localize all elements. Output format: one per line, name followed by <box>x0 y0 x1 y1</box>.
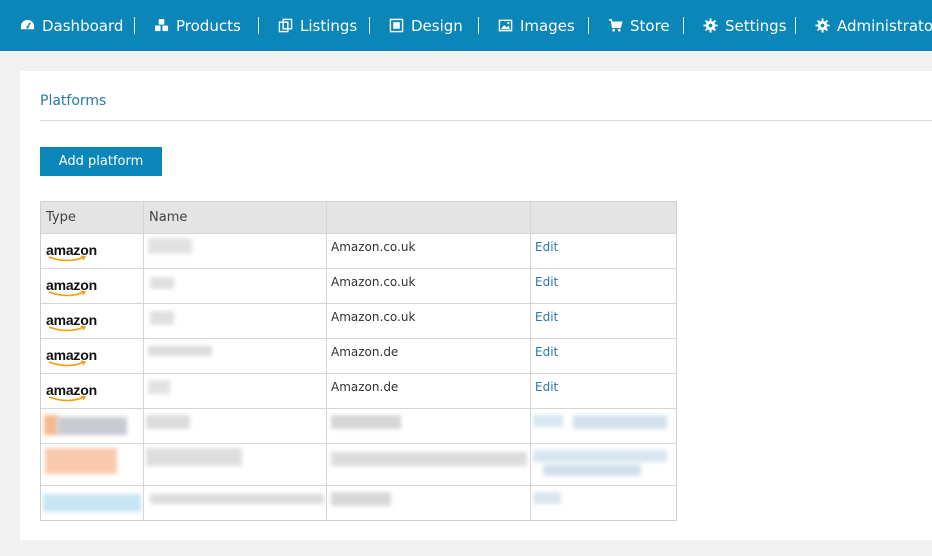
table-row: amazon Amazon.de Edit <box>41 338 676 373</box>
amazon-logo: amazon <box>46 382 104 402</box>
nav-divider <box>795 17 796 34</box>
platform-name-cell <box>143 269 326 303</box>
nav-divider <box>478 17 479 34</box>
redacted-name <box>148 238 192 254</box>
redacted-name <box>150 494 324 504</box>
redacted-marketplace <box>331 415 401 429</box>
products-icon <box>154 18 169 33</box>
nav-label: Settings <box>725 16 787 35</box>
platform-name-cell <box>143 339 326 373</box>
redacted-name <box>150 277 174 289</box>
page-title: Platforms <box>40 93 107 109</box>
nav-item-dashboard[interactable]: Dashboard <box>20 0 123 51</box>
nav-label: Images <box>520 16 575 35</box>
redacted-link <box>533 492 561 504</box>
nav-label: Dashboard <box>42 16 124 35</box>
table-row-redacted <box>41 408 676 443</box>
redacted-name <box>148 346 212 356</box>
platform-name-cell <box>143 374 326 408</box>
nav-item-products[interactable]: Products <box>154 0 241 51</box>
dashboard-icon <box>20 18 35 33</box>
amazon-logo: amazon <box>46 347 104 367</box>
gear-icon <box>703 18 718 33</box>
marketplace-label: Amazon.de <box>331 380 399 394</box>
redacted-name <box>146 448 242 466</box>
nav-divider <box>683 17 684 34</box>
redacted-logo <box>44 415 58 435</box>
title-divider <box>40 120 932 121</box>
redacted-link <box>543 464 641 476</box>
edit-link[interactable]: Edit <box>535 310 558 324</box>
redacted-logo <box>57 417 127 435</box>
platforms-table: Type Name amazon Amazon.co.uk Edit amazo… <box>40 201 677 521</box>
platforms-panel: Platforms Add platform Type Name amazon … <box>20 71 932 540</box>
column-header-actions <box>530 202 676 233</box>
table-header: Type Name <box>41 202 676 233</box>
nav-item-images[interactable]: Images <box>498 0 575 51</box>
table-row: amazon Amazon.co.uk Edit <box>41 268 676 303</box>
redacted-link <box>533 450 667 462</box>
redacted-name <box>150 311 174 325</box>
table-row: amazon Amazon.co.uk Edit <box>41 233 676 268</box>
amazon-logo: amazon <box>46 242 104 262</box>
amazon-logo: amazon <box>46 277 104 297</box>
nav-item-design[interactable]: Design <box>389 0 463 51</box>
edit-link[interactable]: Edit <box>535 240 558 254</box>
nav-item-settings[interactable]: Settings <box>703 0 787 51</box>
table-row: amazon Amazon.de Edit <box>41 373 676 408</box>
edit-link[interactable]: Edit <box>535 275 558 289</box>
redacted-name <box>148 380 170 394</box>
marketplace-label: Amazon.co.uk <box>331 275 416 289</box>
redacted-link <box>573 415 667 429</box>
images-icon <box>498 18 513 33</box>
listings-icon <box>278 18 293 33</box>
redacted-logo <box>43 494 141 512</box>
amazon-logo: amazon <box>46 312 104 332</box>
redacted-logo <box>45 448 117 474</box>
nav-divider <box>134 17 135 34</box>
nav-label: Listings <box>300 16 358 35</box>
nav-item-store[interactable]: Store <box>608 0 670 51</box>
column-header-type: Type <box>46 210 76 225</box>
marketplace-label: Amazon.co.uk <box>331 310 416 324</box>
nav-divider <box>369 17 370 34</box>
marketplace-label: Amazon.de <box>331 345 399 359</box>
column-header-marketplace <box>326 202 530 233</box>
column-header-name: Name <box>143 202 326 233</box>
platform-name-cell <box>143 234 326 268</box>
edit-link[interactable]: Edit <box>535 345 558 359</box>
cart-icon <box>608 18 623 33</box>
nav-label: Store <box>630 16 670 35</box>
design-icon <box>389 18 404 33</box>
table-row: amazon Amazon.co.uk Edit <box>41 303 676 338</box>
nav-item-listings[interactable]: Listings <box>278 0 357 51</box>
marketplace-label: Amazon.co.uk <box>331 240 416 254</box>
nav-divider <box>258 17 259 34</box>
redacted-name <box>146 415 190 429</box>
redacted-marketplace <box>331 492 391 506</box>
gear-icon <box>815 18 830 33</box>
nav-label: Design <box>411 16 463 35</box>
add-platform-button[interactable]: Add platform <box>40 147 162 176</box>
table-row-redacted <box>41 443 676 485</box>
nav-label: Products <box>176 16 241 35</box>
edit-link[interactable]: Edit <box>535 380 558 394</box>
redacted-marketplace <box>331 452 527 466</box>
redacted-link <box>533 415 563 427</box>
top-nav: Dashboard Products Listings Design Image… <box>0 0 932 51</box>
platform-name-cell <box>143 304 326 338</box>
table-row-redacted <box>41 485 676 520</box>
nav-divider <box>588 17 589 34</box>
nav-item-administrator[interactable]: Administrator <box>815 0 932 51</box>
nav-label: Administrator <box>837 16 932 35</box>
